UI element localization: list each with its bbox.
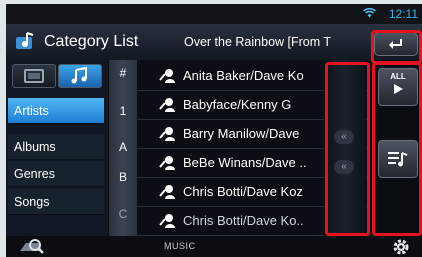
clock: 12:11 <box>388 7 418 21</box>
bottom-bar: MUSIC <box>6 236 422 257</box>
artist-icon <box>157 97 177 118</box>
music-note-icon <box>71 66 87 84</box>
list-item-label: Anita Baker/Dave Ko <box>183 68 304 83</box>
double-chevron-left-icon[interactable]: « <box>334 130 354 144</box>
music-source-button[interactable] <box>58 64 102 88</box>
play-icon <box>394 84 403 94</box>
double-chevron-left-icon[interactable]: « <box>334 160 354 174</box>
artist-icon <box>157 126 177 147</box>
wifi-icon <box>363 7 376 21</box>
artist-icon <box>157 155 177 176</box>
search-icon[interactable] <box>18 237 48 257</box>
page-title: Category List <box>44 33 139 50</box>
index-letter[interactable]: A <box>109 140 137 154</box>
list-item-label: BeBe Winans/Dave .. <box>183 155 307 170</box>
list-item-label: Chris Botti/Dave Koz <box>183 184 303 199</box>
category-artists[interactable]: Artists <box>8 98 104 124</box>
video-source-button[interactable] <box>12 64 56 88</box>
source-toggle <box>10 64 106 88</box>
list-item-label: Barry Manilow/Dave <box>183 126 300 141</box>
artist-icon <box>157 68 177 89</box>
list-item-label: Chris Botti/Dave Ko.. <box>183 213 304 228</box>
playlist-button[interactable] <box>378 140 418 178</box>
artist-icon <box>157 213 177 234</box>
category-albums[interactable]: Albums <box>8 134 104 160</box>
index-letter[interactable]: B <box>109 170 137 184</box>
category-genres[interactable]: Genres <box>8 161 104 187</box>
index-letter[interactable]: C <box>109 207 137 221</box>
back-button[interactable] <box>374 32 418 56</box>
play-all-button[interactable]: ALL <box>378 68 418 106</box>
screen: 12:11 Category List Over the Rainbow [Fr… <box>6 4 422 257</box>
category-songs[interactable]: Songs <box>8 189 104 215</box>
gear-icon[interactable] <box>392 238 410 257</box>
back-arrow-icon <box>389 39 402 49</box>
video-icon <box>24 69 44 83</box>
index-letter[interactable]: 1 <box>109 104 137 118</box>
artist-icon <box>157 184 177 205</box>
device-frame: 12:11 Category List Over the Rainbow [Fr… <box>0 0 422 257</box>
music-list-icon <box>14 31 38 51</box>
list-item-label: Babyface/Kenny G <box>183 97 292 112</box>
header: Category List Over the Rainbow [From T <box>6 24 422 60</box>
scroll-strip[interactable]: « « <box>324 60 366 236</box>
index-letter[interactable]: # <box>109 66 137 80</box>
playlist-icon <box>388 152 408 167</box>
source-label: MUSIC <box>164 241 196 251</box>
now-playing-title: Over the Rainbow [From T <box>184 35 332 49</box>
index-bar[interactable]: # 1 A B C <box>109 60 137 236</box>
status-bar: 12:11 <box>6 4 422 24</box>
play-all-label: ALL <box>390 72 406 81</box>
category-panel: Artists Albums Genres Songs <box>6 60 108 236</box>
